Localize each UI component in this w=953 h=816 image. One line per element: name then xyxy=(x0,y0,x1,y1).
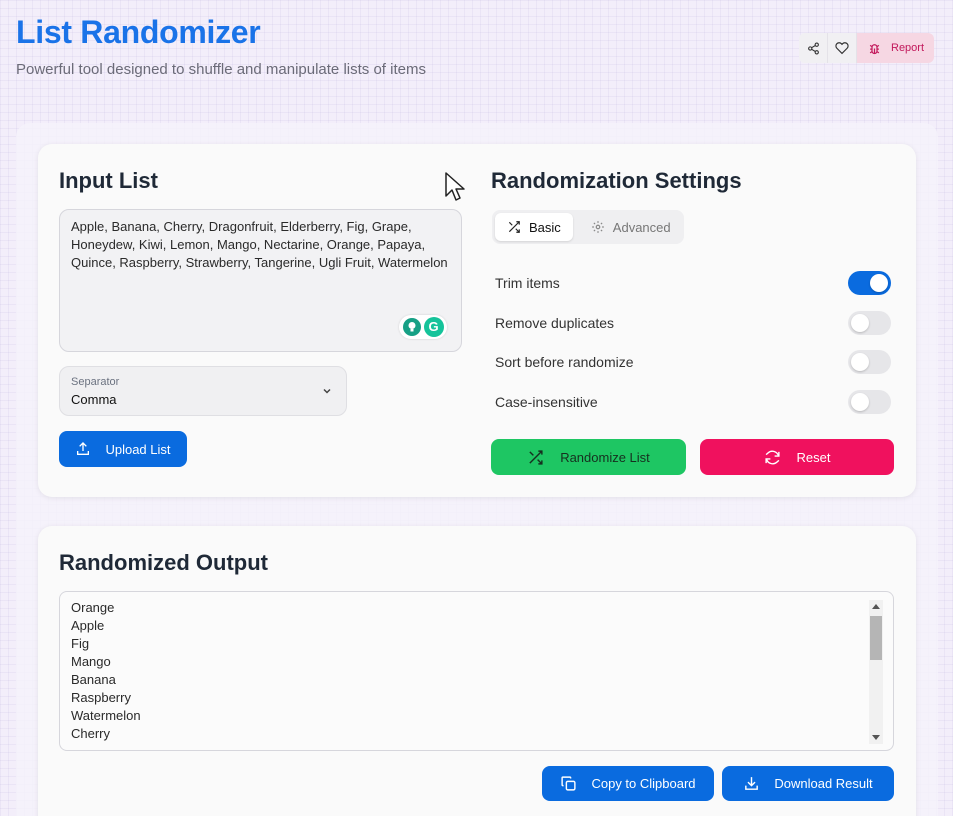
input-card: Input List Apple, Banana, Cherry, Dragon… xyxy=(38,144,916,497)
tab-basic[interactable]: Basic xyxy=(495,213,573,241)
output-item: Fig xyxy=(71,636,90,651)
setting-label: Remove duplicates xyxy=(495,315,615,331)
copy-icon xyxy=(561,776,577,791)
settings-title: Randomization Settings xyxy=(491,168,742,193)
grammarly-icon: G xyxy=(423,317,444,337)
input-list-title: Input List xyxy=(59,168,158,193)
setting-label: Case-insensitive xyxy=(495,394,598,410)
input-list-textarea[interactable]: Apple, Banana, Cherry, Dragonfruit, Elde… xyxy=(59,209,462,352)
setting-case-insensitive: Case-insensitive xyxy=(495,389,891,415)
app-title: List Randomizer xyxy=(16,14,261,50)
favorite-button[interactable] xyxy=(828,33,857,63)
output-item: Banana xyxy=(71,672,116,687)
separator-select[interactable]: Separator Comma xyxy=(59,366,347,416)
copy-label: Copy to Clipboard xyxy=(591,776,696,791)
input-list-text: Apple, Banana, Cherry, Dragonfruit, Elde… xyxy=(71,219,448,270)
download-label: Download Result xyxy=(774,776,873,791)
app-subtitle: Powerful tool designed to shuffle and ma… xyxy=(16,61,426,78)
setting-sort-before-randomize: Sort before randomize xyxy=(495,349,891,375)
upload-icon xyxy=(77,442,90,455)
output-item: Orange xyxy=(71,600,115,615)
randomize-label: Randomize List xyxy=(560,449,650,465)
download-result-button[interactable]: Download Result xyxy=(722,766,894,801)
top-actions: Report xyxy=(799,33,935,63)
case-insensitive-toggle[interactable] xyxy=(848,390,891,414)
chevron-down-icon xyxy=(323,388,331,394)
download-icon xyxy=(745,777,759,790)
reset-label: Reset xyxy=(796,449,831,465)
gear-icon xyxy=(591,221,604,233)
sort-before-randomize-toggle[interactable] xyxy=(848,350,891,374)
setting-remove-duplicates: Remove duplicates xyxy=(495,310,891,336)
mouse-cursor-icon xyxy=(445,172,465,201)
output-item: Apple xyxy=(71,618,105,633)
output-item: Cherry xyxy=(71,726,111,741)
setting-trim-items: Trim items xyxy=(495,270,891,296)
scroll-down-icon[interactable] xyxy=(872,735,880,740)
tab-advanced-label: Advanced xyxy=(612,219,671,235)
separator-value: Comma xyxy=(71,392,117,407)
setting-label: Trim items xyxy=(495,275,560,291)
output-title: Randomized Output xyxy=(59,550,268,575)
lightbulb-icon xyxy=(402,318,421,336)
separator-label: Separator xyxy=(71,376,120,388)
output-scrollbar[interactable] xyxy=(869,600,883,744)
share-icon xyxy=(807,42,819,54)
trim-items-toggle[interactable] xyxy=(848,271,891,295)
reset-button[interactable]: Reset xyxy=(700,439,894,475)
tab-advanced[interactable]: Advanced xyxy=(579,213,683,241)
output-item: Mango xyxy=(71,654,111,669)
heart-icon xyxy=(835,42,849,55)
share-button[interactable] xyxy=(799,33,828,63)
bug-icon xyxy=(869,43,880,54)
grammarly-widget[interactable]: G xyxy=(399,315,447,339)
output-item: Watermelon xyxy=(71,708,141,723)
setting-label: Sort before randomize xyxy=(495,354,634,370)
randomize-list-button[interactable]: Randomize List xyxy=(491,439,686,475)
output-item: Raspberry xyxy=(71,690,131,705)
scroll-thumb[interactable] xyxy=(870,616,882,660)
report-button[interactable]: Report xyxy=(857,33,935,63)
shuffle-icon xyxy=(508,221,520,233)
upload-list-button[interactable]: Upload List xyxy=(59,431,187,467)
settings-tabs: Basic Advanced xyxy=(492,210,684,244)
refresh-icon xyxy=(764,450,780,464)
tab-basic-label: Basic xyxy=(529,219,561,235)
upload-label: Upload List xyxy=(105,441,171,457)
output-card: Randomized Output Orange Apple Fig Mango… xyxy=(38,526,916,816)
shuffle-icon xyxy=(529,449,543,465)
report-label: Report xyxy=(891,42,925,54)
scroll-up-icon[interactable] xyxy=(872,604,880,609)
remove-duplicates-toggle[interactable] xyxy=(848,311,891,335)
copy-to-clipboard-button[interactable]: Copy to Clipboard xyxy=(542,766,714,801)
output-textarea[interactable]: Orange Apple Fig Mango Banana Raspberry … xyxy=(59,591,894,751)
output-list: Orange Apple Fig Mango Banana Raspberry … xyxy=(71,599,141,743)
